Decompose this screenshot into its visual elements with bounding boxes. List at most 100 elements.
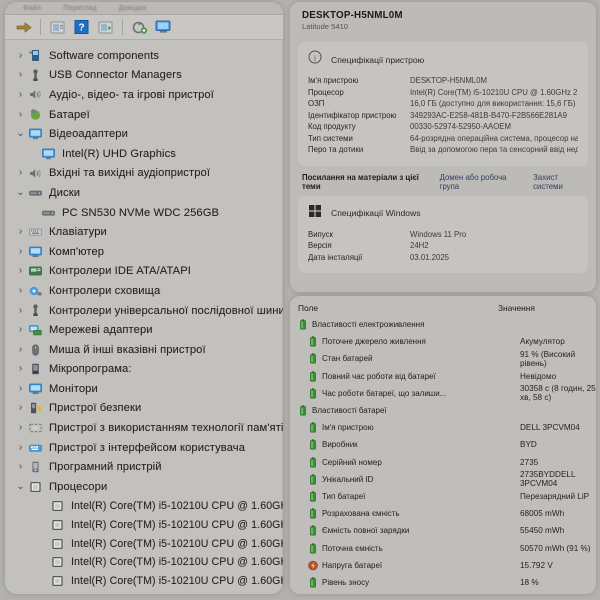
device-tree-item-label: Клавіатури xyxy=(49,226,107,239)
device-tree-item[interactable]: Intel(R) Core(TM) i5-10210U CPU @ 1.60GH… xyxy=(5,534,283,553)
battery-table-row[interactable]: Ємність повної зарядки 55450 mWh xyxy=(290,522,596,539)
device-tree-item[interactable]: Intel(R) Core(TM) i5-10210U CPU @ 1.60GH… xyxy=(5,553,283,572)
chevron-right-icon[interactable]: › xyxy=(14,227,27,237)
battery-table-row[interactable]: Повний час роботи від батареї Невідомо xyxy=(290,368,596,385)
device-tree-item[interactable]: ⌄ Відеоадаптери xyxy=(5,124,283,144)
device-tree-item[interactable]: › Мережеві адаптери xyxy=(5,320,283,340)
battery-group-row[interactable]: Властивості електроживлення xyxy=(290,316,596,333)
windows-specs-title-row: Специфікації Windows xyxy=(308,204,578,223)
windows-spec-value: 03.01.2025 xyxy=(410,252,450,262)
device-tree-item-label: Відеоадаптери xyxy=(49,128,128,141)
battery-table-row[interactable]: Напруга батареї 15.792 V xyxy=(290,557,596,574)
battery-field-label: Поточна ємність xyxy=(308,542,520,554)
device-tree-item-label: Батареї xyxy=(49,108,90,121)
chevron-right-icon[interactable]: › xyxy=(14,70,27,80)
chevron-right-icon[interactable]: › xyxy=(14,109,27,120)
device-tree-item[interactable]: › Монітори xyxy=(5,379,283,399)
device-tree-item[interactable]: Intel(R) Core(TM) i5-10210U CPU @ 1.60GH… xyxy=(5,515,283,534)
device-tree-item[interactable]: › Пристрої з використанням технології пам… xyxy=(5,418,283,438)
device-tree-item[interactable]: PC SN530 NVMe WDC 256GB xyxy=(5,203,283,223)
menu-item-help[interactable]: Довідка xyxy=(119,5,146,12)
device-tree-item[interactable]: › Software components xyxy=(5,46,283,66)
software-component-icon xyxy=(27,48,44,63)
link-system-protection[interactable]: Захист системи xyxy=(533,173,584,191)
battery-group-row[interactable]: Властивості батареї xyxy=(290,402,596,419)
chevron-right-icon[interactable]: › xyxy=(14,89,27,100)
battery-table-row[interactable]: Поточне джерело живлення Акумулятор xyxy=(290,333,596,350)
battery-table-row[interactable]: СтанРозрядка xyxy=(290,591,596,594)
battery-table-row[interactable]: Серійний номер 2735 xyxy=(290,454,596,471)
chevron-right-icon[interactable]: › xyxy=(14,246,27,257)
device-tree-item[interactable]: › Пристрої з інтерфейсом користувача xyxy=(5,438,283,458)
device-tree-item[interactable]: Intel(R) Core(TM) i5-10210U CPU @ 1.60GH… xyxy=(5,591,283,594)
chevron-right-icon[interactable]: › xyxy=(14,383,27,394)
battery-table-row[interactable]: Унікальний ID 2735BYDDELL 3PCVM04 xyxy=(290,470,596,488)
battery-table-row[interactable]: Рівень зносу 18 % xyxy=(290,574,596,591)
storage-controller-icon xyxy=(27,283,44,298)
battery-table-row[interactable]: Стан батарей 91 % (Високий рівень) xyxy=(290,350,596,368)
chevron-right-icon[interactable]: › xyxy=(14,403,27,413)
device-tree-item[interactable]: ⌄ Диски xyxy=(5,183,283,203)
forward-arrow-icon[interactable] xyxy=(13,18,34,37)
chevron-right-icon[interactable]: › xyxy=(14,423,27,433)
menu-item-file[interactable]: Файл xyxy=(23,5,41,12)
device-tree-item[interactable]: › Аудіо-, відео- та ігрові пристрої xyxy=(5,85,283,105)
device-tree-item[interactable]: › Вхідні та вихідні аудіопристрої xyxy=(5,164,283,184)
device-tree[interactable]: › Software components › USB Connector Manag… xyxy=(5,40,283,594)
device-tree-item-label: Монітори xyxy=(49,382,98,395)
battery-table-row[interactable]: Поточна ємність 50570 mWh (91 %) xyxy=(290,539,596,556)
menu-item-view[interactable]: Перегляд xyxy=(63,5,96,12)
chevron-right-icon[interactable]: › xyxy=(14,344,27,355)
chevron-down-icon[interactable]: ⌄ xyxy=(14,129,27,139)
chevron-right-icon[interactable]: › xyxy=(14,168,27,178)
battery-field-label: Ім'я пристрою xyxy=(308,422,520,433)
device-specs-card: i Специфікації пристрою Ім'я пристрою DES… xyxy=(298,42,588,166)
device-tree-item[interactable]: › USB Connector Managers xyxy=(5,66,283,86)
scan-hardware-changes-icon[interactable] xyxy=(129,18,150,37)
device-tree-item[interactable]: › Контролери сховища xyxy=(5,281,283,301)
device-tree-item[interactable]: ⌄ Процесори xyxy=(5,477,283,497)
device-tree-item[interactable]: › Пристрої безпеки xyxy=(5,399,283,419)
chevron-right-icon[interactable]: › xyxy=(14,50,27,61)
chevron-right-icon[interactable]: › xyxy=(14,325,27,335)
battery-table-row[interactable]: Виробник BYD xyxy=(290,436,596,453)
device-tree-item[interactable]: Intel(R) UHD Graphics xyxy=(5,144,283,164)
show-devices-icon[interactable] xyxy=(153,18,174,37)
display-adapter-icon xyxy=(27,127,44,142)
battery-table-body[interactable]: Властивості електроживлення Поточне джере… xyxy=(290,316,596,594)
spec-key: ОЗП xyxy=(308,99,325,108)
device-tree-item[interactable]: Intel(R) Core(TM) i5-10210U CPU @ 1.60GH… xyxy=(5,572,283,591)
menu-bar[interactable]: Файл Перегляд Довідка xyxy=(5,2,283,15)
chevron-right-icon[interactable]: › xyxy=(14,285,27,296)
device-tree-item[interactable]: › Батареї xyxy=(5,105,283,125)
help-icon[interactable]: ? xyxy=(71,18,92,37)
device-tree-item[interactable]: › Контролери універсальної послідовної ши… xyxy=(5,301,283,321)
device-tree-item-label: Пристрої з використанням технології пам'… xyxy=(49,422,283,435)
update-driver-icon[interactable] xyxy=(95,18,116,37)
security-device-icon xyxy=(27,401,44,416)
properties-icon[interactable] xyxy=(47,18,68,37)
chevron-right-icon[interactable]: › xyxy=(14,266,27,276)
chevron-right-icon[interactable]: › xyxy=(14,364,27,374)
device-tree-item[interactable]: › Комп'ютер xyxy=(5,242,283,262)
chevron-right-icon[interactable]: › xyxy=(14,305,27,316)
chevron-right-icon[interactable]: › xyxy=(14,462,27,472)
device-tree-item[interactable]: › Контролери IDE ATA/ATAPI xyxy=(5,262,283,282)
processor-icon xyxy=(49,574,66,589)
device-tree-item[interactable]: Intel(R) Core(TM) i5-10210U CPU @ 1.60GH… xyxy=(5,497,283,516)
battery-table-row[interactable]: Ім'я пристрою DELL 3PCVM04 xyxy=(290,419,596,436)
battery-table-row[interactable]: Розрахована ємність 68005 mWh xyxy=(290,505,596,522)
spec-row: ОЗП 16,0 ГБ (доступно для використання: 1… xyxy=(308,99,578,108)
chevron-down-icon[interactable]: ⌄ xyxy=(14,481,27,492)
battery-field-label: Стан батарей xyxy=(308,353,520,364)
device-tree-item[interactable]: › Миша й інші вказівні пристрої xyxy=(5,340,283,360)
chevron-right-icon[interactable]: › xyxy=(14,442,27,453)
link-domain-workgroup[interactable]: Домен або робоча група xyxy=(440,173,520,191)
battery-table-row[interactable]: Час роботи батареї, що залиши... 30358 с … xyxy=(290,384,596,402)
device-tree-item[interactable]: › Клавіатури xyxy=(5,222,283,242)
device-tree-item[interactable]: › Мікропрограма: xyxy=(5,360,283,380)
battery-group-label: Властивості батареї xyxy=(298,405,510,416)
device-tree-item[interactable]: › Програмний пристрій xyxy=(5,457,283,477)
chevron-down-icon[interactable]: ⌄ xyxy=(14,187,27,198)
battery-table-row[interactable]: Тип батареї Перезарядний LiP xyxy=(290,488,596,505)
